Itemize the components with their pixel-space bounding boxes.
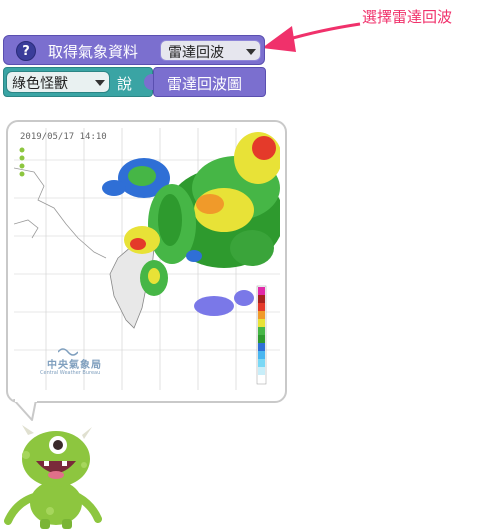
annotation-text: 選擇雷達回波 (362, 8, 453, 26)
get-weather-data-label: 取得氣象資料 (48, 43, 139, 61)
chevron-down-icon (246, 49, 256, 55)
radar-map-graphic (14, 128, 280, 390)
radar-image-label: 雷達回波圖 (167, 75, 243, 93)
chevron-down-icon (95, 80, 105, 86)
cwb-logo-icon (58, 348, 78, 356)
radar-timestamp: 2019/05/17 14:10 (20, 132, 107, 142)
green-monster-sprite[interactable] (0, 425, 110, 530)
weather-type-dropdown[interactable]: 雷達回波 (160, 40, 261, 61)
say-label: 說 (117, 75, 133, 93)
cwb-name: 中央氣象局 (47, 360, 102, 371)
weather-type-value: 雷達回波 (168, 45, 224, 61)
cwb-name-en: Central Weather Bureau (40, 370, 101, 376)
radar-image-block[interactable]: 雷達回波圖 (153, 67, 266, 97)
radar-echo-map: 2019/05/17 14:10 中央氣象局 Central Weather B… (14, 128, 280, 390)
